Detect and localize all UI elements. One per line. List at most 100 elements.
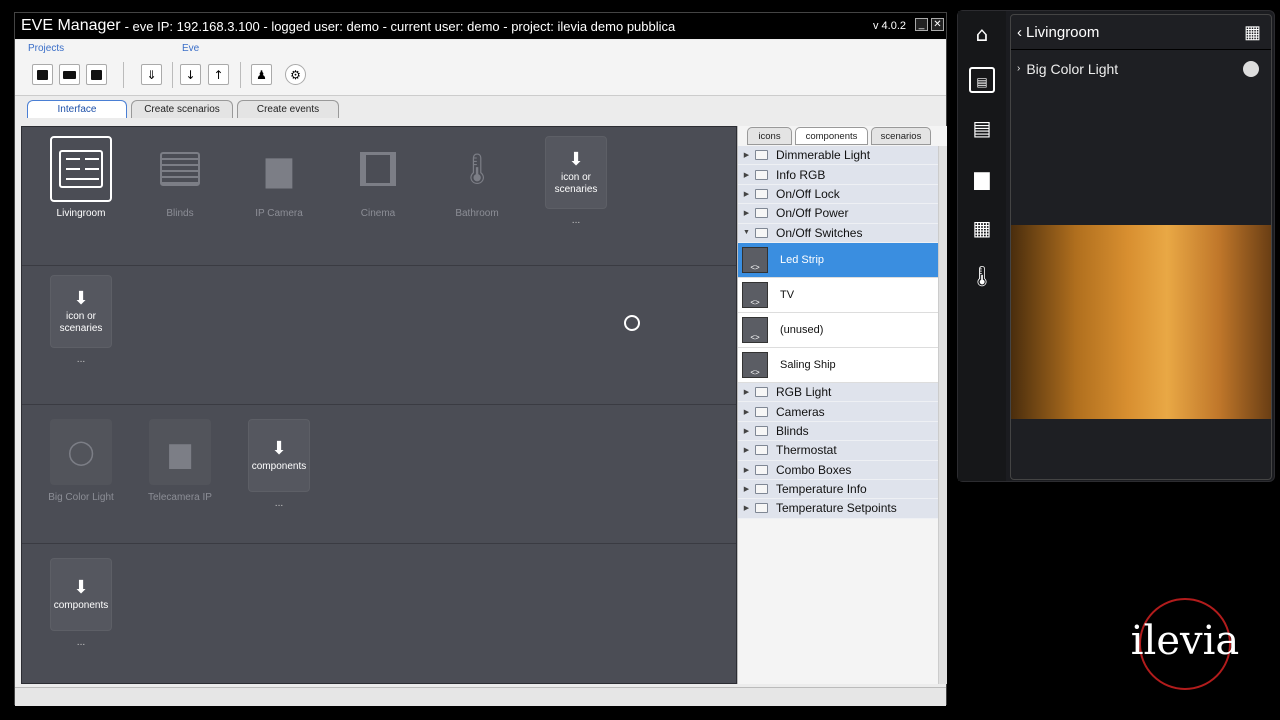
close-button[interactable]: ✕ [931, 18, 944, 31]
projects-group-label: Projects [28, 43, 65, 54]
room-tile-ip-camera[interactable]: ▆ [248, 136, 310, 202]
blinds-icon[interactable]: ▤ [969, 115, 995, 141]
panel-tab-icons[interactable]: icons [747, 127, 792, 145]
upload-button[interactable]: ↑ [208, 64, 229, 85]
save-project-button[interactable] [86, 64, 107, 85]
download-button[interactable]: ↓ [180, 64, 201, 85]
new-project-button[interactable] [32, 64, 53, 85]
minimize-button[interactable]: _ [915, 18, 928, 31]
room-tile-cinema[interactable] [347, 136, 409, 202]
room-tile-bathroom[interactable]: 🌡 [446, 136, 508, 202]
home-icon[interactable]: ⌂ [969, 21, 995, 47]
camera-icon[interactable]: ▆ [969, 165, 995, 191]
tab-create-events[interactable]: Create events [237, 100, 339, 118]
phone-sidebar: ⌂ ▤ ▤ ▆ ▦ 🌡 [958, 11, 1006, 481]
folder-icon [755, 503, 768, 514]
toolbar: Projects Eve ⇓ ↓ ↑ ♟ ⚙ [15, 40, 946, 96]
tree-folder-label: On/Off Power [776, 206, 849, 221]
tree-folder-label: Temperature Setpoints [776, 501, 897, 516]
window-title-details: - eve IP: 192.168.3.100 - logged user: d… [124, 18, 676, 34]
tree-folder[interactable]: ▶ Info RGB [738, 165, 938, 185]
tree-folder[interactable]: ▶ Temperature Setpoints [738, 499, 938, 519]
component-tile-telecamera[interactable]: ▆ [149, 419, 211, 485]
drop-zone-components[interactable]: ⬇ components [248, 419, 310, 492]
drop-zone-label: icon or scenaries [59, 310, 103, 334]
folder-icon [755, 484, 768, 495]
expand-arrow-icon: ▶ [743, 389, 750, 397]
toolbar-separator [123, 62, 124, 88]
component-item-saling-ship[interactable]: <> Saling Ship [738, 347, 938, 383]
film-icon[interactable]: ▦ [969, 215, 995, 241]
export-button[interactable]: ⇓ [141, 64, 162, 85]
tree-folder[interactable]: ▼ On/Off Switches [738, 223, 938, 243]
camera-feed-image [1011, 225, 1271, 419]
back-chevron-icon[interactable]: ‹ [1017, 24, 1022, 41]
drop-zone-components[interactable]: ⬇ components [50, 558, 112, 631]
folder-icon [755, 227, 768, 238]
room-tile-livingroom[interactable] [50, 136, 112, 202]
components-panel: icons components scenarios ▶ Dimmerable L… [737, 126, 947, 684]
tree-folder[interactable]: ▶ Blinds [738, 421, 938, 442]
component-item-label: Saling Ship [780, 358, 836, 371]
component-item-unused[interactable]: <> (unused) [738, 312, 938, 348]
component-tile-big-color-light[interactable]: ◯ [50, 419, 112, 485]
expand-arrow-icon: ▶ [743, 152, 750, 160]
room-label: Cinema [360, 208, 396, 219]
tree-folder[interactable]: ▶ RGB Light [738, 382, 938, 403]
folder-icon [755, 387, 768, 398]
tree-folder[interactable]: ▶ Combo Boxes [738, 460, 938, 480]
row-2: ⬇ icon or scenaries ... [22, 266, 736, 405]
settings-button[interactable]: ⚙ [285, 64, 306, 85]
switch-icon: <> [742, 351, 768, 378]
tree-folder[interactable]: ▶ Temperature Info [738, 479, 938, 500]
camera-icon: ▆ [265, 149, 293, 189]
tab-create-scenarios[interactable]: Create scenarios [131, 100, 233, 118]
tree-folder[interactable]: ▶ Cameras [738, 402, 938, 422]
room-label: Livingroom [56, 208, 106, 219]
room-label: IP Camera [255, 208, 303, 219]
expand-arrow-icon: ▶ [743, 447, 750, 455]
ilevia-logo: ilevia [1125, 598, 1245, 690]
mouse-cursor [624, 315, 640, 331]
component-item-label: TV [780, 288, 795, 301]
tree-folder[interactable]: ▶ On/Off Power [738, 204, 938, 224]
drop-zone-icon[interactable]: ⬇ icon or scenaries [50, 275, 112, 348]
room-tile-blinds[interactable] [149, 136, 211, 202]
component-item-label: Led Strip [780, 253, 825, 266]
drop-zone-label: components [53, 599, 109, 611]
tab-interface[interactable]: Interface [27, 100, 127, 118]
users-button[interactable]: ♟ [251, 64, 272, 85]
thermometer-icon: 🌡 [457, 151, 497, 187]
livingroom-icon[interactable]: ▤ [969, 67, 995, 93]
component-label: Telecamera IP [148, 492, 212, 503]
eve-group-label: Eve [182, 43, 200, 54]
toggle-indicator[interactable] [1243, 60, 1259, 77]
tree-folder-label: Combo Boxes [776, 462, 852, 477]
folder-icon [755, 188, 768, 199]
panel-scrollbar[interactable] [938, 146, 947, 684]
camera-icon: ▆ [169, 435, 191, 469]
film-icon [360, 152, 396, 186]
open-project-button[interactable] [59, 64, 80, 85]
expand-arrow-icon: ▶ [743, 210, 750, 218]
folder-icon [755, 425, 768, 436]
tree-folder[interactable]: ▶ Thermostat [738, 441, 938, 461]
arrow-down-icon: ⬇ [568, 148, 584, 169]
component-item-led-strip[interactable]: <> Led Strip [738, 242, 938, 278]
phone-device-row[interactable]: › Big Color Light [1011, 50, 1271, 87]
folder-icon [755, 208, 768, 219]
drop-zone-icon[interactable]: ⬇ icon or scenaries [545, 136, 607, 209]
tree-folder-label: Thermostat [776, 443, 837, 458]
tree-folder[interactable]: ▶ Dimmerable Light [738, 146, 938, 166]
thermometer-icon[interactable]: 🌡 [969, 263, 995, 289]
tree-folder[interactable]: ▶ On/Off Lock [738, 184, 938, 205]
drop-zone-label: components [251, 460, 307, 472]
collapse-arrow-icon: ▼ [743, 229, 750, 237]
panel-tab-scenarios[interactable]: scenarios [871, 127, 931, 145]
expand-arrow-icon: ▶ [743, 171, 750, 179]
phone-preview: ⌂ ▤ ▤ ▆ ▦ 🌡 ‹ Livingroom ▦ › Big Color L… [957, 10, 1275, 482]
title-bar: EVE Manager - eve IP: 192.168.3.100 - lo… [15, 13, 946, 39]
panel-tab-components[interactable]: components [795, 127, 868, 145]
component-item-tv[interactable]: <> TV [738, 277, 938, 313]
download-icon: ⇓ [146, 67, 157, 82]
